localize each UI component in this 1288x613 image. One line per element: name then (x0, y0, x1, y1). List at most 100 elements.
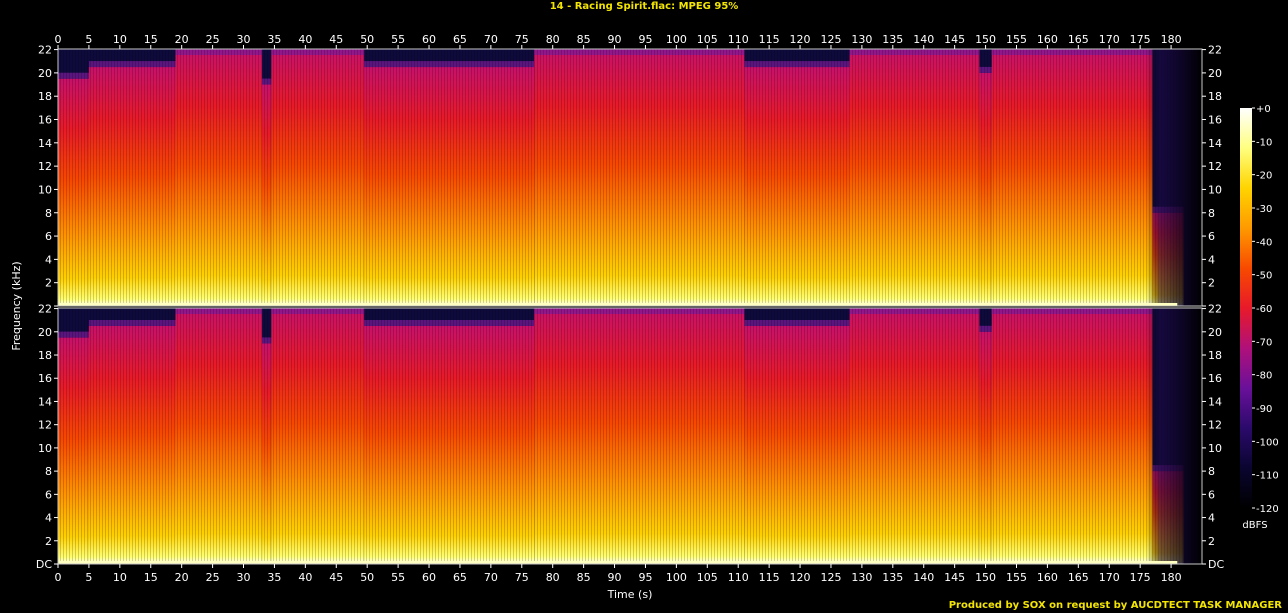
y-axis-label: Frequency (kHz) (10, 261, 23, 350)
spectrogram-panel-left (57, 48, 1203, 307)
x-tick-label-bottom: 45 (329, 571, 343, 584)
y-tick-label-left: 12 (38, 160, 52, 173)
y-tick-label-left: 2 (45, 535, 52, 548)
producer-credit: Produced by SOX on request by AUCDTECT T… (948, 600, 1282, 611)
colorbar-tick-label: -100 (1256, 437, 1279, 448)
x-tick-label-bottom: 25 (206, 571, 220, 584)
y-tick-label-right: 6 (1208, 488, 1215, 501)
x-tick-label-top: 120 (790, 33, 811, 46)
x-tick-label-top: 80 (546, 33, 560, 46)
y-tick-label-right: 22 (1208, 44, 1222, 57)
y-tick-label-left: 2 (45, 277, 52, 290)
x-tick-label-top: 125 (820, 33, 841, 46)
x-tick-label-bottom: 170 (1099, 571, 1120, 584)
x-tick-label-bottom: 35 (267, 571, 281, 584)
x-tick-label-top: 55 (391, 33, 405, 46)
x-tick-label-bottom: 10 (113, 571, 127, 584)
y-tick-label-left: 4 (45, 512, 52, 525)
y-tick-label-right: 14 (1208, 137, 1222, 150)
colorbar-tick-label: -110 (1256, 471, 1279, 482)
colorbar-tick-label: -60 (1256, 304, 1272, 315)
transient-texture (58, 308, 1202, 564)
y-tick-label-left: 16 (38, 114, 52, 127)
x-tick-label-top: 85 (577, 33, 591, 46)
x-tick-label-bottom: 90 (608, 571, 622, 584)
x-tick-label-top: 45 (329, 33, 343, 46)
y-tick-label-right: 14 (1208, 395, 1222, 408)
y-tick-label-right: 16 (1208, 114, 1222, 127)
y-tick-label-right: 2 (1208, 535, 1215, 548)
fade-out-tail (1146, 49, 1202, 306)
x-tick-label-top: 165 (1068, 33, 1089, 46)
x-tick-label-bottom: 5 (85, 571, 92, 584)
y-tick-label-right: 12 (1208, 419, 1222, 432)
y-tick-label-right: 2 (1208, 277, 1215, 290)
y-tick-label-right: 8 (1208, 465, 1215, 478)
x-tick-label-top: 180 (1161, 33, 1182, 46)
x-tick-label-bottom: 70 (484, 571, 498, 584)
y-tick-label-left: DC (36, 558, 52, 571)
x-tick-label-top: 105 (697, 33, 718, 46)
x-tick-label-top: 160 (1037, 33, 1058, 46)
x-tick-label-top: 130 (851, 33, 872, 46)
spectrogram-chart: 2 24 46 68 810 1012 1214 1416 1618 1820 2022 22DC DC… (10, 33, 1279, 601)
x-tick-label-top: 5 (85, 33, 92, 46)
x-tick-label-top: 70 (484, 33, 498, 46)
y-tick-label-left: 8 (45, 465, 52, 478)
y-tick-label-left: 20 (38, 67, 52, 80)
x-tick-label-top: 135 (882, 33, 903, 46)
colorbar-tick-label: +0 (1256, 104, 1271, 115)
y-tick-label-right: 6 (1208, 230, 1215, 243)
x-tick-label-top: 40 (298, 33, 312, 46)
x-tick-label-bottom: 95 (638, 571, 652, 584)
x-tick-label-bottom: 40 (298, 571, 312, 584)
x-tick-label-bottom: 160 (1037, 571, 1058, 584)
y-tick-label-right: 20 (1208, 326, 1222, 339)
x-tick-label-bottom: 55 (391, 571, 405, 584)
x-tick-label-top: 35 (267, 33, 281, 46)
x-tick-label-bottom: 135 (882, 571, 903, 584)
y-tick-label-left: 20 (38, 326, 52, 339)
x-tick-label-bottom: 75 (515, 571, 529, 584)
x-tick-label-top: 170 (1099, 33, 1120, 46)
colorbar-tick-label: -30 (1256, 204, 1272, 215)
y-tick-label-left: 4 (45, 253, 52, 266)
y-tick-label-left: 10 (38, 183, 52, 196)
x-tick-label-bottom: 115 (759, 571, 780, 584)
x-tick-label-bottom: 180 (1161, 571, 1182, 584)
x-tick-label-top: 115 (759, 33, 780, 46)
y-tick-label-right: 18 (1208, 90, 1222, 103)
colorbar-tick-label: -90 (1256, 404, 1272, 415)
y-tick-label-right: 10 (1208, 442, 1222, 455)
y-tick-label-right: DC (1208, 558, 1224, 571)
colorbar-tick-label: -120 (1256, 504, 1279, 515)
x-tick-label-top: 155 (1006, 33, 1027, 46)
colorbar-tick-label: -50 (1256, 271, 1272, 282)
y-tick-label-left: 14 (38, 395, 52, 408)
x-tick-label-top: 20 (175, 33, 189, 46)
x-tick-label-top: 140 (913, 33, 934, 46)
y-tick-label-left: 8 (45, 207, 52, 220)
x-tick-label-top: 50 (360, 33, 374, 46)
y-tick-label-left: 10 (38, 442, 52, 455)
x-tick-label-bottom: 20 (175, 571, 189, 584)
y-tick-label-right: 8 (1208, 207, 1215, 220)
x-tick-label-top: 65 (453, 33, 467, 46)
y-tick-label-left: 18 (38, 90, 52, 103)
y-tick-label-left: 6 (45, 230, 52, 243)
x-tick-label-top: 25 (206, 33, 220, 46)
x-tick-label-bottom: 145 (944, 571, 965, 584)
colorbar (1240, 108, 1252, 508)
colorbar-tick-label: -20 (1256, 171, 1272, 182)
x-tick-label-bottom: 15 (144, 571, 158, 584)
x-tick-label-bottom: 85 (577, 571, 591, 584)
x-tick-label-bottom: 110 (728, 571, 749, 584)
colorbar-tick-label: -40 (1256, 237, 1272, 248)
colorbar-tick-label: -80 (1256, 371, 1272, 382)
y-tick-label-left: 14 (38, 137, 52, 150)
x-tick-label-top: 75 (515, 33, 529, 46)
colorbar-label: dBFS (1242, 520, 1267, 531)
x-tick-label-top: 95 (638, 33, 652, 46)
x-tick-label-top: 15 (144, 33, 158, 46)
x-tick-label-bottom: 105 (697, 571, 718, 584)
